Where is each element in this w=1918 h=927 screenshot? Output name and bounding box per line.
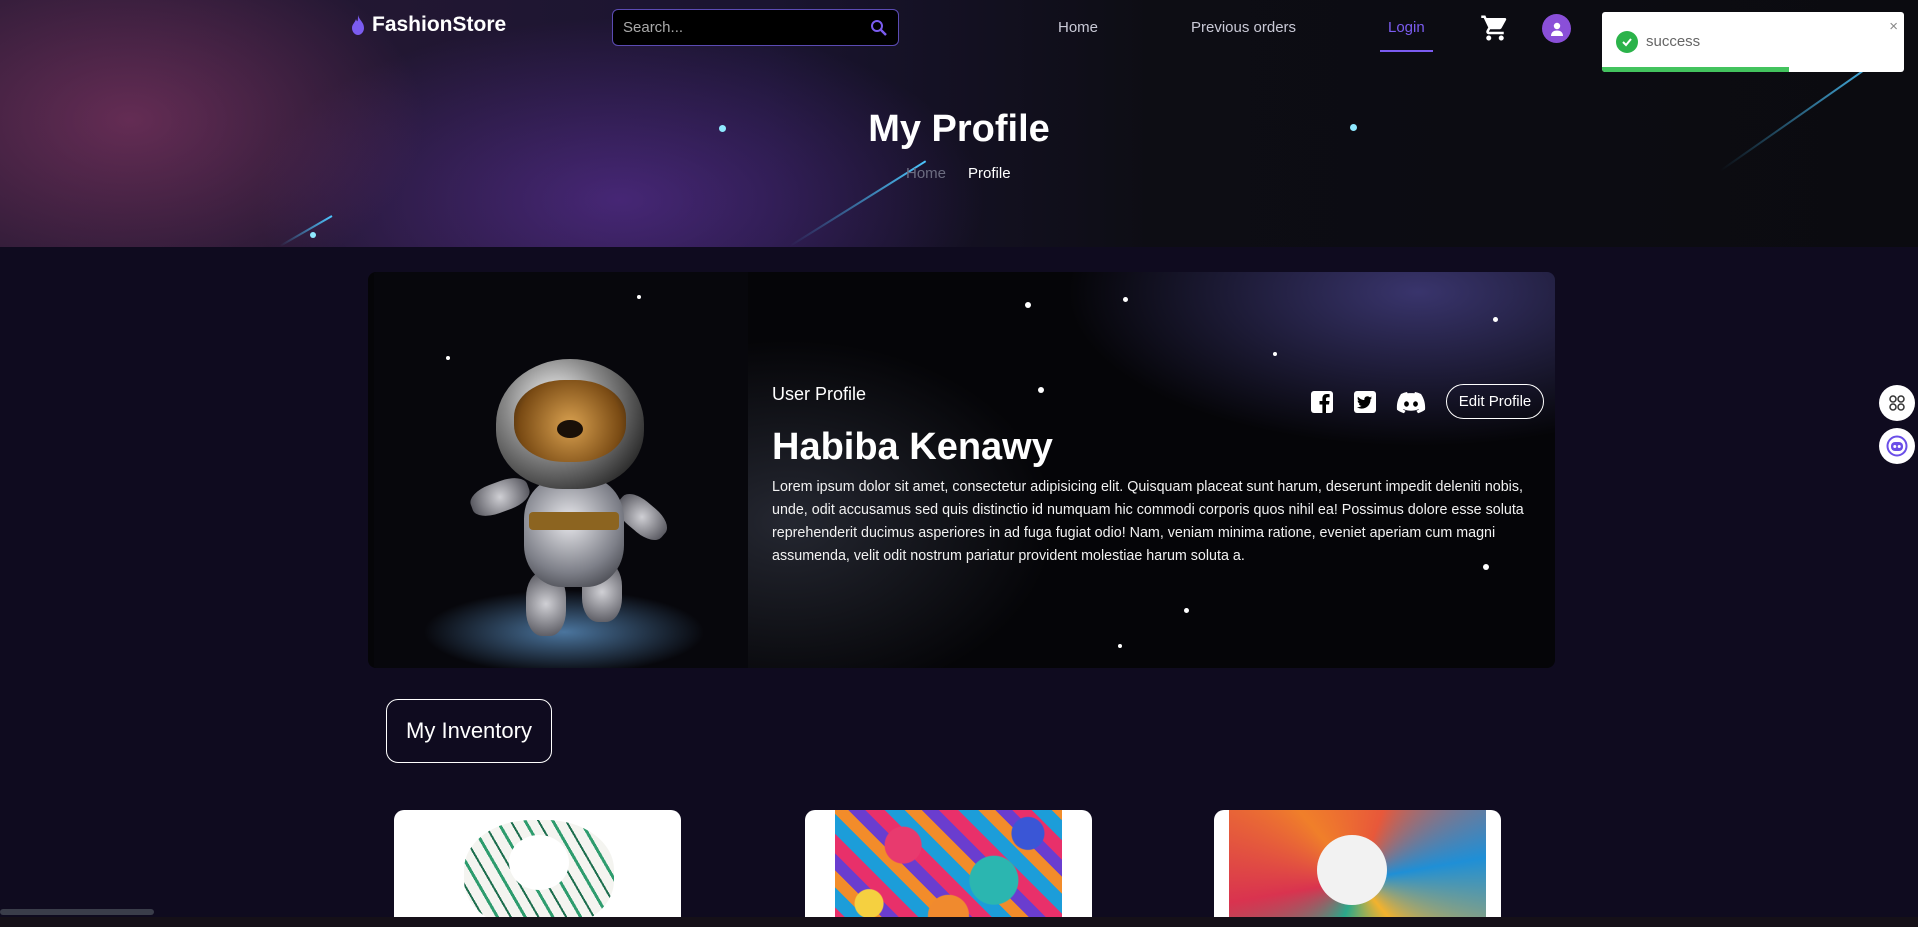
nav-login-link[interactable]: Login bbox=[1388, 19, 1425, 36]
bottom-bar bbox=[0, 917, 1918, 927]
success-toast: success × bbox=[1602, 12, 1904, 72]
breadcrumb-current: Profile bbox=[968, 165, 1011, 182]
search-icon[interactable] bbox=[870, 19, 888, 37]
success-check-icon bbox=[1616, 31, 1638, 53]
star-dot bbox=[1118, 644, 1122, 648]
toast-progress-bar bbox=[1602, 67, 1790, 72]
profile-avatar-image bbox=[374, 272, 748, 668]
page-title: My Profile bbox=[868, 108, 1050, 150]
my-inventory-button[interactable]: My Inventory bbox=[386, 699, 552, 763]
breadcrumb-home-link[interactable]: Home bbox=[906, 165, 946, 182]
profile-name: Habiba Kenawy bbox=[772, 426, 1053, 468]
toast-close-button[interactable]: × bbox=[1889, 18, 1898, 35]
discord-icon[interactable] bbox=[1396, 390, 1426, 414]
star-dot bbox=[446, 356, 450, 360]
star-dot bbox=[310, 232, 316, 238]
active-link-underline bbox=[1380, 50, 1433, 52]
profile-card bbox=[368, 272, 1555, 668]
star-dot bbox=[1184, 608, 1189, 613]
star-dot bbox=[1493, 317, 1498, 322]
side-assistant-button[interactable] bbox=[1879, 428, 1915, 464]
assistant-icon bbox=[1886, 435, 1908, 457]
star-dot bbox=[1123, 297, 1128, 302]
profile-bio: Lorem ipsum dolor sit amet, consectetur … bbox=[772, 479, 1524, 564]
product-card[interactable] bbox=[1214, 810, 1501, 927]
brand-logo[interactable]: FashionStore bbox=[350, 13, 506, 37]
profile-subtitle: User Profile bbox=[772, 384, 867, 404]
star-dot bbox=[1038, 387, 1044, 393]
product-card[interactable] bbox=[805, 810, 1092, 927]
twitter-icon[interactable] bbox=[1353, 390, 1377, 414]
flame-icon bbox=[352, 15, 364, 35]
shooting-star bbox=[279, 215, 333, 247]
star-dot bbox=[1025, 302, 1031, 308]
product-card[interactable] bbox=[394, 810, 681, 927]
star-dot bbox=[637, 295, 641, 299]
edit-profile-button[interactable]: Edit Profile bbox=[1446, 384, 1544, 419]
brand-name: FashionStore bbox=[372, 13, 507, 36]
side-widget-button[interactable] bbox=[1879, 385, 1915, 421]
command-icon bbox=[1889, 395, 1905, 411]
horizontal-scrollbar-thumb[interactable] bbox=[0, 909, 154, 915]
toast-message: success bbox=[1646, 33, 1701, 50]
astronaut-body bbox=[524, 477, 624, 587]
product-image bbox=[835, 810, 1062, 927]
product-image-detail bbox=[1317, 835, 1387, 905]
astronaut-belt bbox=[529, 512, 619, 530]
astronaut-nose bbox=[557, 420, 583, 438]
star-dot bbox=[1273, 352, 1277, 356]
search-input[interactable] bbox=[623, 19, 870, 36]
nav-home-link[interactable]: Home bbox=[1058, 19, 1098, 36]
breadcrumb: Home Profile bbox=[906, 165, 1011, 182]
facebook-icon[interactable] bbox=[1310, 390, 1334, 414]
cart-icon[interactable] bbox=[1480, 13, 1510, 43]
product-image-detail bbox=[509, 835, 569, 890]
person-icon bbox=[1550, 22, 1563, 36]
user-avatar-icon[interactable] bbox=[1542, 14, 1571, 43]
nav-previous-orders-link[interactable]: Previous orders bbox=[1191, 19, 1296, 36]
search-bar bbox=[612, 9, 899, 46]
